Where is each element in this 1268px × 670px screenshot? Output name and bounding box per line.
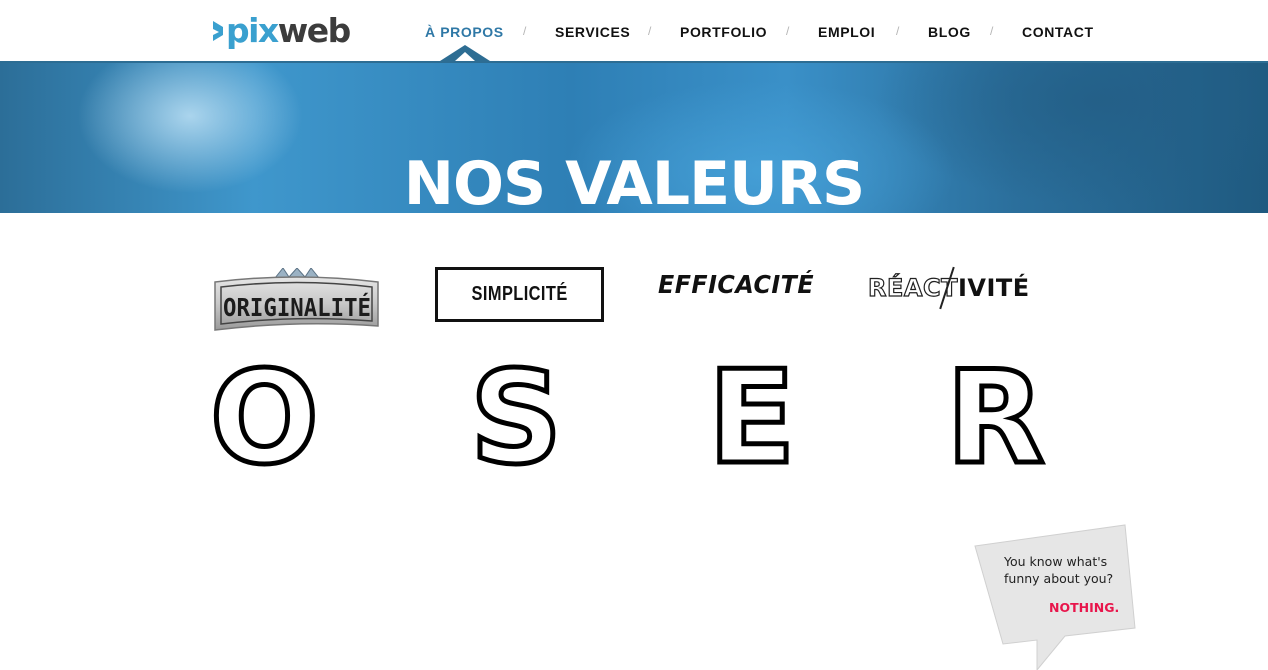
nav-separator: / <box>990 24 994 38</box>
simplicite-label: SIMPLICITÉ <box>471 283 568 305</box>
bubble-line-2: funny about you? <box>1004 571 1114 586</box>
big-letter-s: S <box>467 344 564 493</box>
big-letter-r: R <box>944 344 1048 493</box>
big-letter-o: O <box>208 344 322 493</box>
hero-banner: NOS VALEURS <box>0 61 1268 213</box>
reactivite-fill-label: IVITÉ <box>957 274 1030 302</box>
nav-item-contact[interactable]: CONTACT <box>1022 24 1094 40</box>
site-header: pixweb À PROPOS / SERVICES / PORTFOLIO /… <box>0 0 1268 63</box>
efficacite-label: EFFICACITÉ <box>658 270 815 299</box>
value-originalite-badge: ORIGINALITÉ <box>213 268 380 332</box>
speech-bubble-shape-icon <box>974 524 1136 670</box>
nav-separator: / <box>523 24 527 38</box>
value-simplicite-badge: SIMPLICITÉ <box>435 267 604 322</box>
bubble-punchline: NOTHING. <box>1049 600 1120 615</box>
nav-item-emploi[interactable]: EMPLOI <box>818 24 875 40</box>
nav-separator: / <box>786 24 790 38</box>
big-letter-e: E <box>705 344 797 493</box>
nav-item-portfolio[interactable]: PORTFOLIO <box>680 24 767 40</box>
main-nav: À PROPOS / SERVICES / PORTFOLIO / EMPLOI… <box>0 0 1268 61</box>
originalite-label: ORIGINALITÉ <box>223 293 371 322</box>
bubble-text: You know what's funny about you? <box>1004 553 1134 587</box>
page-title: NOS VALEURS <box>403 149 865 213</box>
nav-separator: / <box>648 24 652 38</box>
nav-item-services[interactable]: SERVICES <box>555 24 630 40</box>
value-reactivite-badge: RÉACT IVITÉ <box>867 266 1030 310</box>
nav-item-blog[interactable]: BLOG <box>928 24 971 40</box>
originalite-banner-icon: ORIGINALITÉ <box>214 268 379 331</box>
nav-item-a-propos[interactable]: À PROPOS <box>425 24 504 40</box>
bubble-line-1: You know what's <box>1004 554 1108 569</box>
nav-separator: / <box>896 24 900 38</box>
active-nav-caret-icon <box>440 45 490 61</box>
